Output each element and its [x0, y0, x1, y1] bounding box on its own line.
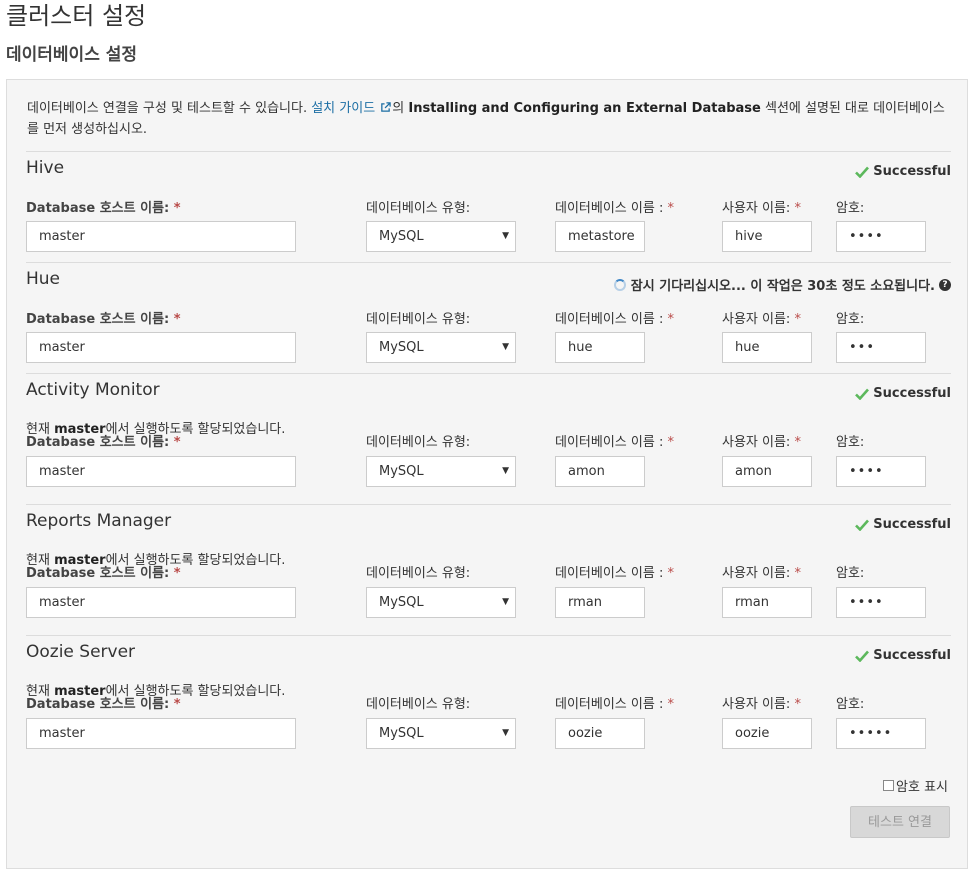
username-input[interactable]: oozie	[722, 718, 812, 749]
check-icon	[855, 166, 870, 178]
username-input[interactable]: amon	[722, 456, 812, 487]
db-type-select[interactable]: MySQL ▼	[366, 332, 516, 363]
section-hive: Hive Successful Database 호스트 이름: * 데이터베이스 유…	[26, 151, 951, 263]
db-name-input[interactable]: metastore	[555, 221, 645, 252]
connection-status: Successful	[855, 386, 951, 401]
host-label: Database 호스트 이름: *	[26, 312, 181, 327]
help-icon[interactable]: ?	[939, 278, 951, 291]
host-input[interactable]: master	[26, 587, 296, 618]
user-label: 사용자 이름: *	[722, 201, 801, 216]
check-icon	[855, 388, 870, 400]
password-input[interactable]: •••	[836, 332, 926, 363]
connection-status: Successful	[855, 648, 951, 663]
type-label: 데이터베이스 유형:	[366, 312, 471, 327]
section-oozie-server: Oozie Server Successful 현재 master에서 실행하도록 …	[26, 635, 951, 767]
host-input[interactable]: master	[26, 221, 296, 252]
dropdown-arrow-icon: ▼	[502, 342, 509, 352]
db-type-select[interactable]: MySQL ▼	[366, 456, 516, 487]
user-label: 사용자 이름: *	[722, 566, 801, 581]
connection-status: 잠시 기다리십시오... 이 작업은 30초 정도 소요됩니다.?	[613, 275, 951, 294]
host-label: Database 호스트 이름: *	[26, 201, 181, 216]
host-input[interactable]: master	[26, 456, 296, 487]
page-subtitle: 데이터베이스 설정	[6, 45, 138, 65]
install-guide-link[interactable]: 설치 가이드	[311, 101, 392, 116]
intro-text: 데이터베이스 연결을 구성 및 테스트할 수 있습니다. 설치 가이드 의 In…	[27, 101, 945, 137]
user-label: 사용자 이름: *	[722, 435, 801, 450]
db-name-input[interactable]: oozie	[555, 718, 645, 749]
host-label: Database 호스트 이름: *	[26, 435, 181, 450]
dropdown-arrow-icon: ▼	[502, 231, 509, 241]
section-hue: Hue 잠시 기다리십시오... 이 작업은 30초 정도 소요됩니다.? Data…	[26, 262, 951, 374]
host-input[interactable]: master	[26, 718, 296, 749]
password-label: 암호:	[836, 566, 865, 581]
dropdown-arrow-icon: ▼	[502, 728, 509, 738]
database-settings-panel: 데이터베이스 연결을 구성 및 테스트할 수 있습니다. 설치 가이드 의 In…	[6, 79, 968, 869]
password-label: 암호:	[836, 312, 865, 327]
dbname-label: 데이터베이스 이름 : *	[555, 697, 674, 712]
db-type-select[interactable]: MySQL ▼	[366, 587, 516, 618]
show-password-checkbox[interactable]	[883, 780, 895, 791]
connection-status: Successful	[855, 517, 951, 532]
password-input[interactable]: ••••	[836, 587, 926, 618]
show-password-toggle[interactable]: 암호 표시	[883, 776, 948, 795]
db-type-select[interactable]: MySQL ▼	[366, 221, 516, 252]
check-icon	[855, 650, 870, 662]
section-title: Oozie Server	[26, 642, 136, 662]
connection-status: Successful	[855, 164, 951, 179]
dropdown-arrow-icon: ▼	[502, 466, 509, 476]
host-input[interactable]: master	[26, 332, 296, 363]
db-name-input[interactable]: rman	[555, 587, 645, 618]
host-label: Database 호스트 이름: *	[26, 697, 181, 712]
username-input[interactable]: hue	[722, 332, 812, 363]
username-input[interactable]: rman	[722, 587, 812, 618]
user-label: 사용자 이름: *	[722, 697, 801, 712]
section-reports-manager: Reports Manager Successful 현재 master에서 실행하…	[26, 504, 951, 636]
password-input[interactable]: •••••	[836, 718, 926, 749]
type-label: 데이터베이스 유형:	[366, 697, 471, 712]
external-link-icon	[381, 102, 392, 112]
section-title: Activity Monitor	[26, 380, 160, 400]
password-label: 암호:	[836, 697, 865, 712]
password-input[interactable]: ••••	[836, 221, 926, 252]
page-title: 클러스터 설정	[6, 2, 147, 30]
password-label: 암호:	[836, 435, 865, 450]
type-label: 데이터베이스 유형:	[366, 435, 471, 450]
section-title: Hue	[26, 269, 61, 289]
password-input[interactable]: ••••	[836, 456, 926, 487]
user-label: 사용자 이름: *	[722, 312, 801, 327]
db-type-select[interactable]: MySQL ▼	[366, 718, 516, 749]
dropdown-arrow-icon: ▼	[502, 597, 509, 607]
type-label: 데이터베이스 유형:	[366, 201, 471, 216]
test-connection-button[interactable]: 테스트 연결	[850, 806, 950, 838]
db-name-input[interactable]: hue	[555, 332, 645, 363]
dbname-label: 데이터베이스 이름 : *	[555, 312, 674, 327]
check-icon	[855, 519, 870, 531]
dbname-label: 데이터베이스 이름 : *	[555, 201, 674, 216]
dbname-label: 데이터베이스 이름 : *	[555, 435, 674, 450]
section-title: Hive	[26, 158, 65, 178]
username-input[interactable]: hive	[722, 221, 812, 252]
section-title: Reports Manager	[26, 511, 172, 531]
password-label: 암호:	[836, 201, 865, 216]
db-name-input[interactable]: amon	[555, 456, 645, 487]
dbname-label: 데이터베이스 이름 : *	[555, 566, 674, 581]
spinner-icon	[613, 278, 626, 291]
host-label: Database 호스트 이름: *	[26, 566, 181, 581]
section-activity-monitor: Activity Monitor Successful 현재 master에서 실행…	[26, 373, 951, 505]
type-label: 데이터베이스 유형:	[366, 566, 471, 581]
